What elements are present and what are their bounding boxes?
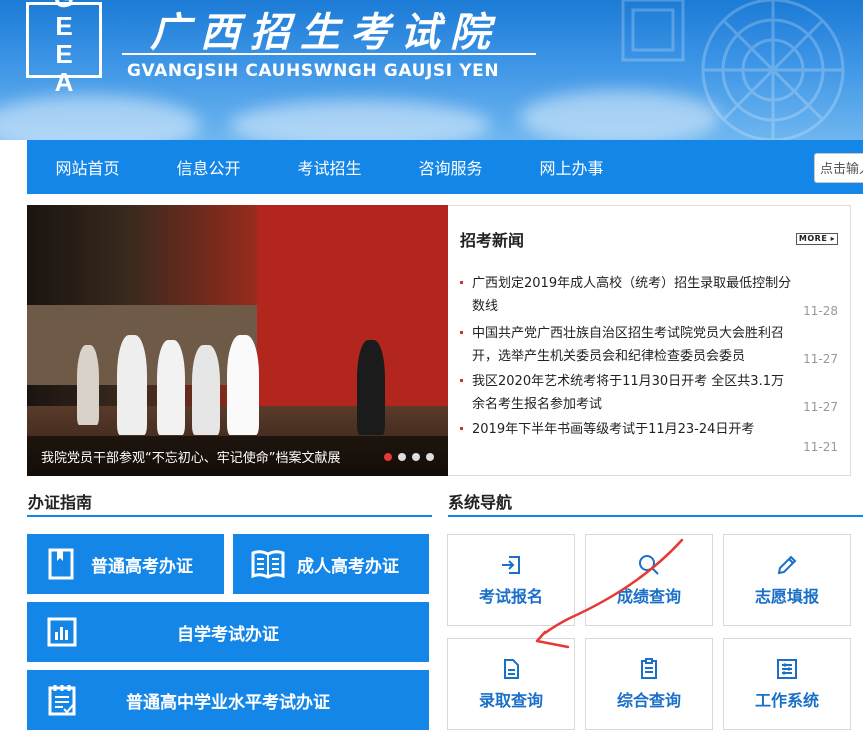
carousel-caption: 我院党员干部参观“不忘初心、牢记使命”档案文献展 bbox=[41, 450, 341, 466]
logo-letter: E bbox=[55, 39, 73, 69]
ornament-pattern-icon bbox=[621, 0, 845, 140]
photo-person bbox=[357, 340, 385, 435]
search-icon bbox=[639, 555, 659, 575]
news-item-text: 广西划定2019年成人高校（统考）招生录取最低控制分数线 bbox=[472, 276, 792, 314]
news-item-date: 11-27 bbox=[803, 352, 838, 366]
logo-letter: E bbox=[55, 11, 73, 41]
clipboard-icon bbox=[641, 658, 657, 679]
tile-label: 考试报名 bbox=[478, 587, 543, 606]
news-item[interactable]: 2019年下半年书画等级考试于11月23-24日开考 11-21 bbox=[460, 418, 838, 458]
news-item-date: 11-21 bbox=[803, 440, 838, 454]
gaokao-cert-button[interactable]: 普通高考办证 bbox=[27, 534, 224, 594]
tile-label: 工作系统 bbox=[754, 691, 819, 710]
search-input[interactable] bbox=[814, 153, 863, 183]
news-item[interactable]: 我区2020年艺术统考将于11月30日开考 全区共3.1万余名考生报名参加考试 … bbox=[460, 370, 838, 418]
highschool-cert-button[interactable]: 普通高中学业水平考试办证 bbox=[27, 670, 429, 730]
carousel-dot-4[interactable] bbox=[426, 453, 434, 461]
adult-cert-label: 成人高考办证 bbox=[297, 556, 399, 577]
news-more-button[interactable]: MORE ▸ bbox=[796, 233, 838, 245]
title-divider bbox=[122, 53, 536, 55]
guide-section-title: 办证指南 bbox=[28, 493, 93, 512]
site-title: 广西招生考试院 bbox=[150, 9, 500, 56]
tile-score-query[interactable]: 成绩查询 bbox=[585, 534, 713, 626]
news-item[interactable]: 广西划定2019年成人高校（统考）招生录取最低控制分数线 11-28 bbox=[460, 272, 838, 322]
chart-icon bbox=[45, 615, 79, 649]
news-carousel[interactable]: 我院党员干部参观“不忘初心、牢记使命”档案文献展 bbox=[27, 205, 448, 476]
carousel-dot-1[interactable] bbox=[384, 453, 392, 461]
main-nav: 网站首页 信息公开 考试招生 咨询服务 网上办事 bbox=[27, 140, 863, 194]
news-panel: 招考新闻 MORE ▸ 广西划定2019年成人高校（统考）招生录取最低控制分数线… bbox=[448, 205, 851, 476]
highschool-cert-label: 普通高中学业水平考试办证 bbox=[126, 692, 330, 713]
tile-application-fill[interactable]: 志愿填报 bbox=[723, 534, 851, 626]
self-study-cert-button[interactable]: 自学考试办证 bbox=[27, 602, 429, 662]
carousel-dot-3[interactable] bbox=[412, 453, 420, 461]
news-item[interactable]: 中国共产党广西壮族自治区招生考试院党员大会胜利召开，选举产生机关委员会和纪律检查… bbox=[460, 322, 838, 370]
adult-cert-button[interactable]: 成人高考办证 bbox=[233, 534, 429, 594]
header-banner: G E E A 广西招生考试院 GVANGJSIH CAUHSWNGH GAUJ… bbox=[0, 0, 863, 140]
news-item-date: 11-27 bbox=[803, 400, 838, 414]
self-study-cert-label: 自学考试办证 bbox=[177, 624, 279, 645]
site-logo[interactable]: G E E A bbox=[26, 0, 102, 96]
news-item-text: 中国共产党广西壮族自治区招生考试院党员大会胜利召开，选举产生机关委员会和纪律检查… bbox=[472, 326, 785, 364]
carousel-dot-2[interactable] bbox=[398, 453, 406, 461]
nav-item-exams[interactable]: 考试招生 bbox=[269, 155, 390, 179]
tile-admission-query[interactable]: 录取查询 bbox=[447, 638, 575, 730]
pencil-icon bbox=[777, 555, 797, 575]
news-list: 广西划定2019年成人高校（统考）招生录取最低控制分数线 11-28 中国共产党… bbox=[460, 272, 838, 458]
checklist-icon bbox=[45, 683, 79, 717]
tile-label: 录取查询 bbox=[478, 691, 543, 710]
carousel-dots bbox=[384, 453, 434, 461]
document-icon bbox=[45, 547, 79, 581]
tile-label: 志愿填报 bbox=[754, 587, 819, 606]
file-icon bbox=[504, 659, 519, 679]
login-icon bbox=[502, 556, 520, 574]
more-label: MORE bbox=[798, 234, 828, 243]
nav-item-home[interactable]: 网站首页 bbox=[27, 155, 148, 179]
system-section-rule bbox=[448, 515, 863, 517]
logo-letter: A bbox=[54, 67, 74, 97]
tile-label: 成绩查询 bbox=[616, 587, 681, 606]
news-item-text: 2019年下半年书画等级考试于11月23-24日开考 bbox=[472, 422, 755, 437]
gaokao-cert-label: 普通高考办证 bbox=[91, 556, 193, 577]
photo-person bbox=[77, 345, 99, 425]
photo-person bbox=[192, 345, 220, 435]
nav-item-consult[interactable]: 咨询服务 bbox=[390, 155, 511, 179]
guide-section-rule bbox=[27, 515, 432, 517]
site-subtitle: GVANGJSIH CAUHSWNGH GAUJSI YEN bbox=[127, 61, 500, 81]
tile-label: 综合查询 bbox=[616, 691, 681, 710]
exhibit-wall bbox=[257, 205, 448, 435]
nav-item-online[interactable]: 网上办事 bbox=[511, 155, 632, 179]
tile-exam-registration[interactable]: 考试报名 bbox=[447, 534, 575, 626]
book-icon bbox=[251, 547, 285, 581]
news-item-text: 我区2020年艺术统考将于11月30日开考 全区共3.1万余名考生报名参加考试 bbox=[472, 374, 784, 412]
news-item-date: 11-28 bbox=[803, 304, 838, 318]
page-root: G E E A 广西招生考试院 GVANGJSIH CAUHSWNGH GAUJ… bbox=[0, 0, 863, 736]
system-section-title: 系统导航 bbox=[448, 493, 513, 512]
news-header: 招考新闻 MORE ▸ bbox=[460, 206, 838, 272]
photo-person bbox=[117, 335, 147, 435]
nav-item-info[interactable]: 信息公开 bbox=[148, 155, 269, 179]
tile-work-system[interactable]: 工作系统 bbox=[723, 638, 851, 730]
tile-comprehensive-query[interactable]: 综合查询 bbox=[585, 638, 713, 730]
news-title: 招考新闻 bbox=[460, 231, 525, 250]
sliders-icon bbox=[777, 659, 797, 679]
photo-person bbox=[227, 335, 259, 435]
photo-person bbox=[157, 340, 185, 435]
